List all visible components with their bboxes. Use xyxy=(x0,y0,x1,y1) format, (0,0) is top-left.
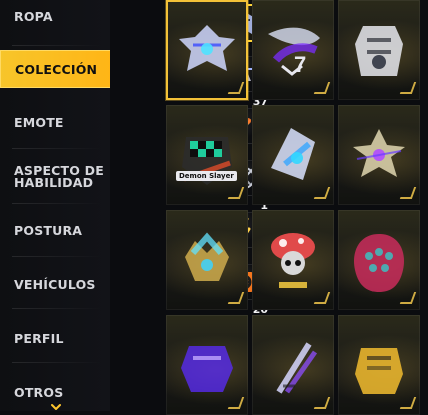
corner-accent xyxy=(227,397,245,409)
category-ropa[interactable]: ROPA xyxy=(0,0,110,36)
category-vehiculos-label: VEHÍCULOS xyxy=(14,276,96,292)
crystal-crown-icon xyxy=(185,232,229,281)
divider xyxy=(12,308,102,309)
category-count-panel: 38 37 48 xyxy=(110,0,268,411)
divider xyxy=(12,148,102,149)
demon-slayer-logo: Demon Slayer xyxy=(176,171,237,181)
corner-accent xyxy=(227,187,245,199)
category-panel: ROPA COLECCIÓN EMOTE ASPECTO DE HABILIDA… xyxy=(0,0,119,411)
svg-text:7: 7 xyxy=(294,52,306,77)
collection-item-5[interactable] xyxy=(252,105,334,205)
category-perfil-label: PERFIL xyxy=(14,330,64,346)
corner-accent xyxy=(399,292,417,304)
collection-grid: 7 Demon Slayer xyxy=(164,0,428,415)
corner-accent xyxy=(313,292,331,304)
divider xyxy=(12,45,102,46)
category-aspecto-label: ASPECTO DE HABILIDAD xyxy=(14,163,104,190)
category-postura-label: POSTURA xyxy=(14,222,83,238)
collection-item-3[interactable] xyxy=(338,0,420,100)
category-emote[interactable]: EMOTE xyxy=(0,102,110,142)
corner-accent xyxy=(313,397,331,409)
corner-accent xyxy=(399,82,417,94)
collection-item-10[interactable] xyxy=(166,315,248,415)
rank-badge-7-icon: 7 xyxy=(268,27,320,77)
divider xyxy=(12,203,102,204)
divider xyxy=(12,256,102,257)
corner-accent xyxy=(227,292,245,304)
star-wings-icon xyxy=(353,129,405,177)
category-aspecto-habilidad[interactable]: ASPECTO DE HABILIDAD xyxy=(0,154,110,200)
category-coleccion-label: COLECCIÓN xyxy=(15,61,98,77)
collection-item-1[interactable] xyxy=(166,0,248,100)
collection-item-8[interactable] xyxy=(252,210,334,310)
sword-set-icon xyxy=(276,342,318,394)
armored-backpack-icon xyxy=(355,26,403,76)
violet-device-icon xyxy=(181,346,233,392)
category-coleccion[interactable]: COLECCIÓN xyxy=(0,50,119,88)
peacock-fan-icon xyxy=(354,234,404,292)
category-emote-label: EMOTE xyxy=(14,114,64,130)
ice-crest-icon xyxy=(271,128,315,180)
category-ropa-label: ROPA xyxy=(14,8,53,24)
category-otros-label: OTROS xyxy=(14,384,64,400)
corner-accent xyxy=(313,82,331,94)
category-vehiculos[interactable]: VEHÍCULOS xyxy=(0,264,110,304)
collection-item-11[interactable] xyxy=(252,315,334,415)
corner-accent xyxy=(227,82,245,94)
corner-accent xyxy=(399,397,417,409)
collection-item-9[interactable] xyxy=(338,210,420,310)
winged-emblem-icon xyxy=(179,25,235,71)
collection-item-6[interactable] xyxy=(338,105,420,205)
divider xyxy=(12,362,102,363)
collection-item-4[interactable]: Demon Slayer xyxy=(166,105,248,205)
gold-pack-icon xyxy=(355,348,403,394)
collection-item-7[interactable] xyxy=(166,210,248,310)
category-postura[interactable]: POSTURA xyxy=(0,210,110,250)
collection-item-12[interactable] xyxy=(338,315,420,415)
corner-accent xyxy=(399,187,417,199)
corner-accent xyxy=(313,187,331,199)
category-perfil[interactable]: PERFIL xyxy=(0,318,110,358)
collection-item-2[interactable]: 7 xyxy=(252,0,334,100)
mushroom-creature-icon xyxy=(271,233,315,288)
